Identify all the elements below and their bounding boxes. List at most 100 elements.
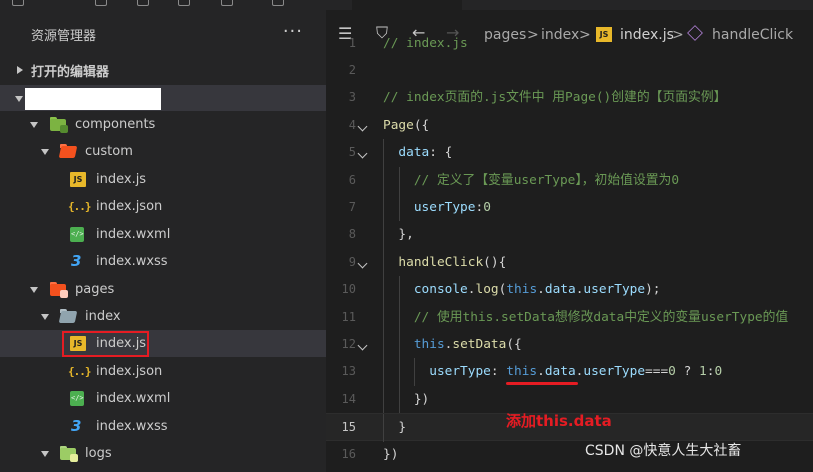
code-editor[interactable]: ☰ ⛉ ← → pages > index > JS index.js > ha… (326, 0, 813, 472)
line-number: 15 (341, 420, 356, 435)
top-toolbar-icon[interactable] (272, 0, 284, 6)
watermark: CSDN @快意人生大社畜 (585, 443, 742, 459)
tree-label: pages (75, 282, 115, 297)
line-number: 1 (348, 35, 356, 50)
code-line[interactable]: 10 console.log(this.data.userType); (326, 276, 813, 304)
tree-file-index-json[interactable]: {..} index.json (0, 193, 326, 220)
tree-label: index.wxml (96, 391, 171, 406)
open-editors-section[interactable]: 打开的编辑器 (0, 57, 326, 83)
code-line[interactable]: 2 (326, 57, 813, 84)
wxml-file-icon (70, 391, 84, 406)
code-text: }) (383, 391, 430, 407)
line-number: 6 (348, 172, 356, 187)
active-tab[interactable] (352, 0, 462, 10)
chevron-down-icon (40, 311, 50, 321)
tree-folder-logs[interactable]: logs (0, 440, 326, 467)
json-file-icon: {..} (68, 200, 92, 213)
tree-folder-index[interactable]: index (0, 303, 326, 330)
line-number: 3 (348, 90, 356, 105)
tree-folder-pages[interactable]: pages (0, 276, 326, 303)
tree-file-index-js[interactable]: JS index.js (0, 166, 326, 193)
tree-label: index.wxss (96, 419, 168, 434)
fold-chevron-icon[interactable] (359, 122, 367, 130)
line-number: 10 (341, 282, 356, 297)
index-folder-icon (58, 309, 78, 324)
fold-chevron-icon[interactable] (359, 149, 367, 157)
tree-folder-components[interactable]: components (0, 111, 326, 138)
js-file-icon: JS (70, 172, 86, 187)
code-text: // index页面的.js文件中 用Page()创建的【页面实例】 (383, 90, 727, 106)
code-line[interactable]: 6 // 定义了【变量userType】，初始值设置为0 (326, 166, 813, 194)
code-line[interactable]: 11 // 使用this.setData想修改data中定义的变量userTyp… (326, 303, 813, 331)
top-toolbar-icon[interactable] (12, 0, 24, 6)
tree-file-index-json[interactable]: {..} index.json (0, 358, 326, 385)
code-text: // index.js (383, 35, 468, 51)
chevron-down-icon (29, 284, 39, 294)
line-number: 11 (341, 309, 356, 324)
components-folder-icon (50, 117, 68, 133)
line-number: 14 (341, 391, 356, 406)
tree-file-index-js-selected[interactable]: JS index.js (0, 330, 326, 357)
code-line[interactable]: 14 }) (326, 385, 813, 414)
line-number: 2 (348, 63, 356, 77)
chevron-down-icon (14, 93, 24, 103)
code-text: }, (383, 227, 414, 243)
chevron-down-icon (40, 146, 50, 156)
top-toolbar-icon[interactable] (137, 0, 149, 6)
red-highlight-box (62, 331, 149, 357)
open-editors-label: 打开的编辑器 (31, 64, 110, 80)
fold-chevron-icon[interactable] (359, 341, 367, 349)
line-number: 13 (341, 364, 356, 379)
chevron-down-icon (29, 119, 39, 129)
css-file-icon: 3 (71, 417, 82, 435)
activity-icons-strip (0, 0, 326, 10)
code-text: data: { (398, 145, 453, 161)
code-line[interactable]: 12 this.setData({ (326, 331, 813, 359)
line-number: 9 (348, 254, 356, 269)
code-line[interactable]: 3 // index页面的.js文件中 用Page()创建的【页面实例】 (326, 84, 813, 111)
annotation-label: 添加this.data (506, 412, 612, 430)
code-text: this.setData({ (413, 337, 522, 352)
code-line[interactable]: 1 // index.js (326, 30, 813, 57)
fold-chevron-icon[interactable] (359, 259, 367, 267)
css-file-icon: 3 (71, 252, 82, 270)
tab-strip (326, 0, 813, 10)
code-line[interactable]: 4 Page({ (326, 112, 813, 139)
tree-file-index-wxss[interactable]: 3 index.wxss (0, 413, 326, 440)
tree-file-index-wxss[interactable]: 3 index.wxss (0, 248, 326, 275)
chevron-right-icon (15, 65, 25, 75)
tree-label: logs (85, 446, 112, 461)
line-number: 7 (348, 200, 356, 214)
wxml-file-icon (70, 227, 84, 242)
line-number: 8 (348, 227, 356, 242)
code-text: }) (383, 446, 399, 462)
top-toolbar-icon[interactable] (95, 0, 107, 6)
tree-file-index-wxml[interactable]: index.wxml (0, 221, 326, 248)
code-line[interactable]: 7 userType:0 (326, 194, 813, 222)
top-toolbar-icon[interactable] (178, 0, 190, 6)
tree-label: index.wxss (96, 254, 168, 269)
code-text: handleClick(){ (398, 254, 507, 270)
tree-folder-custom[interactable]: custom (0, 138, 326, 165)
code-line[interactable]: 8 }, (326, 221, 813, 249)
code-text: // 定义了【变量userType】，初始值设置为0 (413, 172, 680, 188)
line-number: 12 (341, 337, 356, 351)
red-underline (506, 382, 578, 385)
logs-folder-icon (60, 446, 78, 462)
tree-label: index (85, 309, 121, 324)
code-line[interactable]: 5 data: { (326, 139, 813, 167)
explorer-title: 资源管理器 (31, 28, 97, 44)
line-number: 4 (348, 117, 356, 132)
tree-label: components (75, 117, 156, 132)
more-actions-icon[interactable]: ··· (283, 22, 303, 42)
code-line[interactable]: 9 handleClick(){ (326, 248, 813, 277)
line-number: 5 (348, 145, 356, 160)
tree-file-index-wxml[interactable]: index.wxml (0, 385, 326, 412)
top-toolbar-icon[interactable] (221, 0, 233, 6)
tree-label: custom (85, 144, 133, 159)
pages-folder-icon (50, 282, 68, 298)
chevron-down-icon (40, 448, 50, 458)
code-text: Page({ (383, 117, 430, 133)
custom-folder-icon (58, 144, 78, 159)
tree-label: index.wxml (96, 227, 171, 242)
